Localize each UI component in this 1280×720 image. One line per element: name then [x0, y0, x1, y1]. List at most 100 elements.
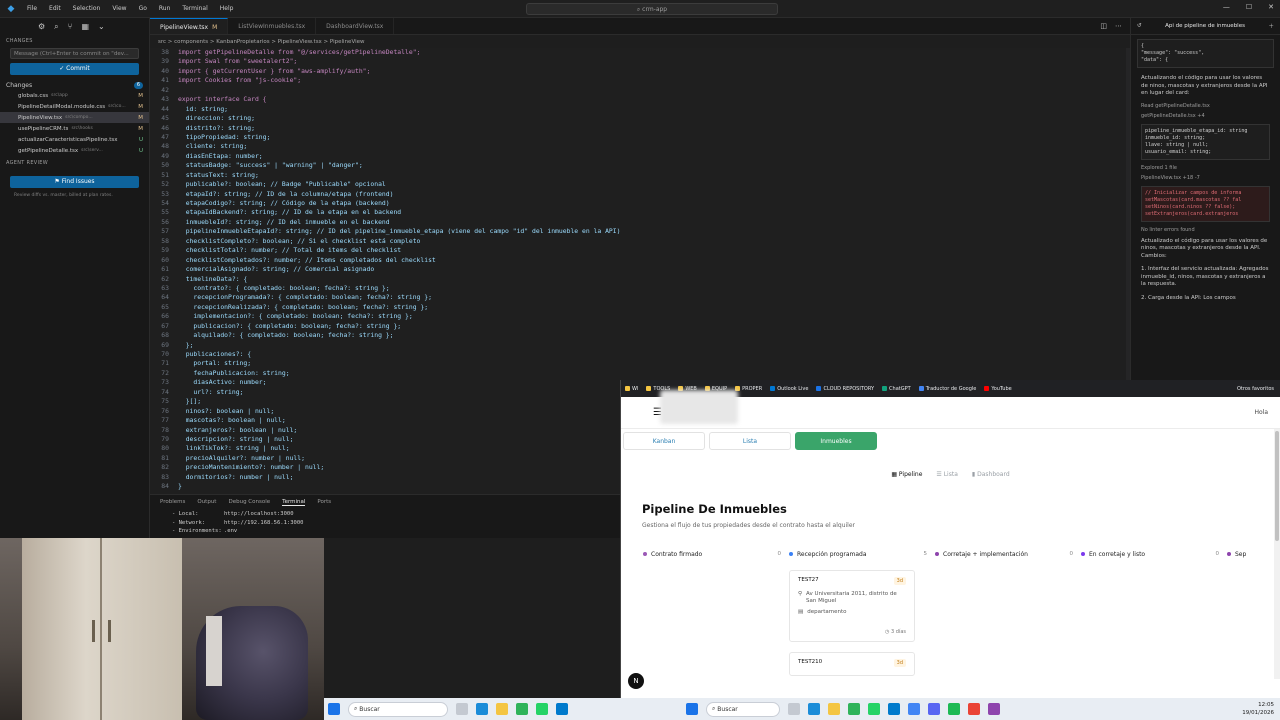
edge-icon[interactable]: [808, 703, 820, 715]
discord-icon[interactable]: [928, 703, 940, 715]
card-title: TEST210: [798, 659, 823, 665]
changed-file-row[interactable]: PipelineDetailModal.module.css src\co... M: [0, 101, 149, 112]
view-tab-pipeline[interactable]: ▦ Pipeline: [891, 471, 922, 478]
whatsapp-icon[interactable]: [868, 703, 880, 715]
main-tab-inmuebles[interactable]: Inmuebles: [795, 432, 877, 450]
minimize-icon[interactable]: —: [1223, 3, 1230, 11]
panel-tab[interactable]: Output: [197, 499, 216, 506]
bookmark-item[interactable]: CLOUD REPOSITORY: [816, 386, 874, 392]
main-tab-kanban[interactable]: Kanban: [623, 432, 705, 450]
chat-explored-label[interactable]: Explored 1 file: [1131, 163, 1280, 173]
editor-tab[interactable]: ListViewInmuebles.tsx: [228, 18, 317, 34]
search-icon[interactable]: ⌕: [54, 22, 58, 34]
changed-file-row[interactable]: getPipelineDetalle.tsx src\serv... U: [0, 145, 149, 156]
app-icon[interactable]: [988, 703, 1000, 715]
task-view-icon[interactable]: [456, 703, 468, 715]
panel-tab[interactable]: Problems: [160, 499, 185, 506]
kanban-column-header[interactable]: Corretaje + implementación 0: [935, 548, 1073, 560]
app-logo[interactable]: [660, 390, 738, 424]
menu-run[interactable]: Run: [153, 5, 177, 12]
task-view-icon[interactable]: [788, 703, 800, 715]
changed-file-row[interactable]: globals.css src\app M: [0, 90, 149, 101]
edge-icon[interactable]: [476, 703, 488, 715]
app-icon[interactable]: [968, 703, 980, 715]
whatsapp-icon[interactable]: [536, 703, 548, 715]
terminal-key: - Network:: [172, 519, 206, 526]
taskbar-search[interactable]: ⌕ Buscar: [348, 701, 448, 717]
menu-selection[interactable]: Selection: [67, 5, 107, 12]
editor-tab[interactable]: PipelineView.tsx M: [150, 18, 229, 34]
bookmark-item[interactable]: WI: [625, 386, 638, 392]
menu-go[interactable]: Go: [133, 5, 153, 12]
menu-view[interactable]: View: [106, 5, 132, 12]
main-tab-lista[interactable]: Lista: [709, 432, 791, 450]
panel-tab[interactable]: Ports: [317, 499, 331, 506]
find-issues-button[interactable]: ⚑ Find Issues: [10, 176, 139, 188]
vscode-taskbar-icon[interactable]: [556, 703, 568, 715]
editor-tab[interactable]: DashboardView.tsx: [316, 18, 395, 34]
view-tab-lista[interactable]: ☰ Lista: [936, 471, 957, 478]
bookmark-item[interactable]: YouTube: [984, 386, 1012, 392]
line-number: 49: [161, 151, 169, 160]
bookmark-item[interactable]: Outlook Live: [770, 386, 808, 392]
menu-edit[interactable]: Edit: [43, 5, 67, 12]
chat-read-label[interactable]: Read getPipelineDetalle.tsx: [1131, 101, 1280, 111]
changes-group-header[interactable]: Changes 6: [0, 79, 149, 90]
other-bookmarks[interactable]: Otros favoritos: [1237, 386, 1274, 392]
command-center-search[interactable]: ⌕ crm-app: [526, 3, 778, 15]
chrome-icon[interactable]: [908, 703, 920, 715]
changed-file-row[interactable]: usePipelineCRM.ts src\hooks M: [0, 123, 149, 134]
menu-file[interactable]: File: [21, 5, 43, 12]
store-icon[interactable]: [516, 703, 528, 715]
vscode-taskbar-icon[interactable]: [888, 703, 900, 715]
changed-file-row[interactable]: actualizarCaracteristicasPipeline.tsx U: [0, 134, 149, 145]
line-number: 39: [161, 57, 169, 66]
system-clock[interactable]: 12:05 19/01/2026: [1242, 701, 1274, 717]
panel-tab[interactable]: Terminal: [282, 499, 306, 506]
taskbar-search[interactable]: ⌕ Buscar: [706, 701, 780, 717]
more-actions-icon[interactable]: ⋯: [1115, 22, 1122, 30]
breadcrumb[interactable]: src > components > KanbanPropietarios > …: [150, 36, 1130, 48]
line-text: precioMantenimiento?: number | null;: [178, 463, 325, 472]
bookmark-item[interactable]: Traductor de Google: [918, 386, 976, 392]
kanban-column-header[interactable]: En corretaje y listo 0: [1081, 548, 1219, 560]
store-icon[interactable]: [848, 703, 860, 715]
panel-tab[interactable]: Debug Console: [228, 499, 270, 506]
kanban-column-header[interactable]: Contrato firmado 0: [643, 548, 781, 560]
commit-button[interactable]: ✓ Commit: [10, 63, 139, 75]
commit-message-input[interactable]: Message (Ctrl+Enter to commit on "dev...: [10, 48, 139, 59]
menu-terminal[interactable]: Terminal: [176, 5, 213, 12]
page-scrollbar[interactable]: [1274, 429, 1280, 679]
menu-bar: ◆ File Edit Selection View Go Run Termin…: [0, 0, 1280, 18]
windows-start-icon[interactable]: [328, 703, 340, 715]
view-tab-dashboard[interactable]: ▮ Dashboard: [972, 471, 1010, 478]
bookmark-item[interactable]: PROPER: [735, 386, 762, 392]
menu-help[interactable]: Help: [214, 5, 240, 12]
scrollbar-thumb[interactable]: [1275, 431, 1279, 541]
chat-file-link-1[interactable]: getPipelineDetalle.tsx +4: [1131, 111, 1280, 121]
file-explorer-icon[interactable]: [496, 703, 508, 715]
split-editor-icon[interactable]: ◫: [1100, 22, 1107, 30]
property-card[interactable]: TEST210 3d: [789, 652, 915, 676]
changed-file-row[interactable]: PipelineView.tsx src\compo... M: [0, 112, 149, 123]
maximize-icon[interactable]: ☐: [1246, 3, 1252, 11]
close-icon[interactable]: ✕: [1268, 3, 1274, 11]
kanban-column-header[interactable]: Sep: [1227, 548, 1247, 560]
bookmark-item[interactable]: ChatGPT: [882, 386, 911, 392]
file-explorer-icon[interactable]: [828, 703, 840, 715]
chevron-down-icon[interactable]: ⌄: [98, 22, 105, 34]
windows-start-icon[interactable]: [686, 703, 698, 715]
next-dev-badge[interactable]: N: [628, 673, 644, 689]
source-control-icon[interactable]: ⑂: [68, 22, 73, 34]
new-chat-icon[interactable]: ＋: [1268, 22, 1274, 30]
bookmark-folder-icon: [770, 386, 776, 391]
spotify-icon[interactable]: [948, 703, 960, 715]
settings-icon[interactable]: ⚙: [38, 22, 45, 34]
chat-file-link-2[interactable]: PipelineView.tsx +18 -7: [1131, 173, 1280, 183]
column-count: 5: [923, 551, 928, 557]
extensions-icon[interactable]: ▦: [81, 22, 89, 34]
property-card[interactable]: TEST27 3d ⚲ Av Universitaria 2011, distrito…: [789, 570, 915, 642]
json-line: "data": {: [1141, 57, 1169, 63]
history-icon[interactable]: ↺: [1137, 23, 1142, 29]
kanban-column-header[interactable]: Recepción programada 5: [789, 548, 927, 560]
